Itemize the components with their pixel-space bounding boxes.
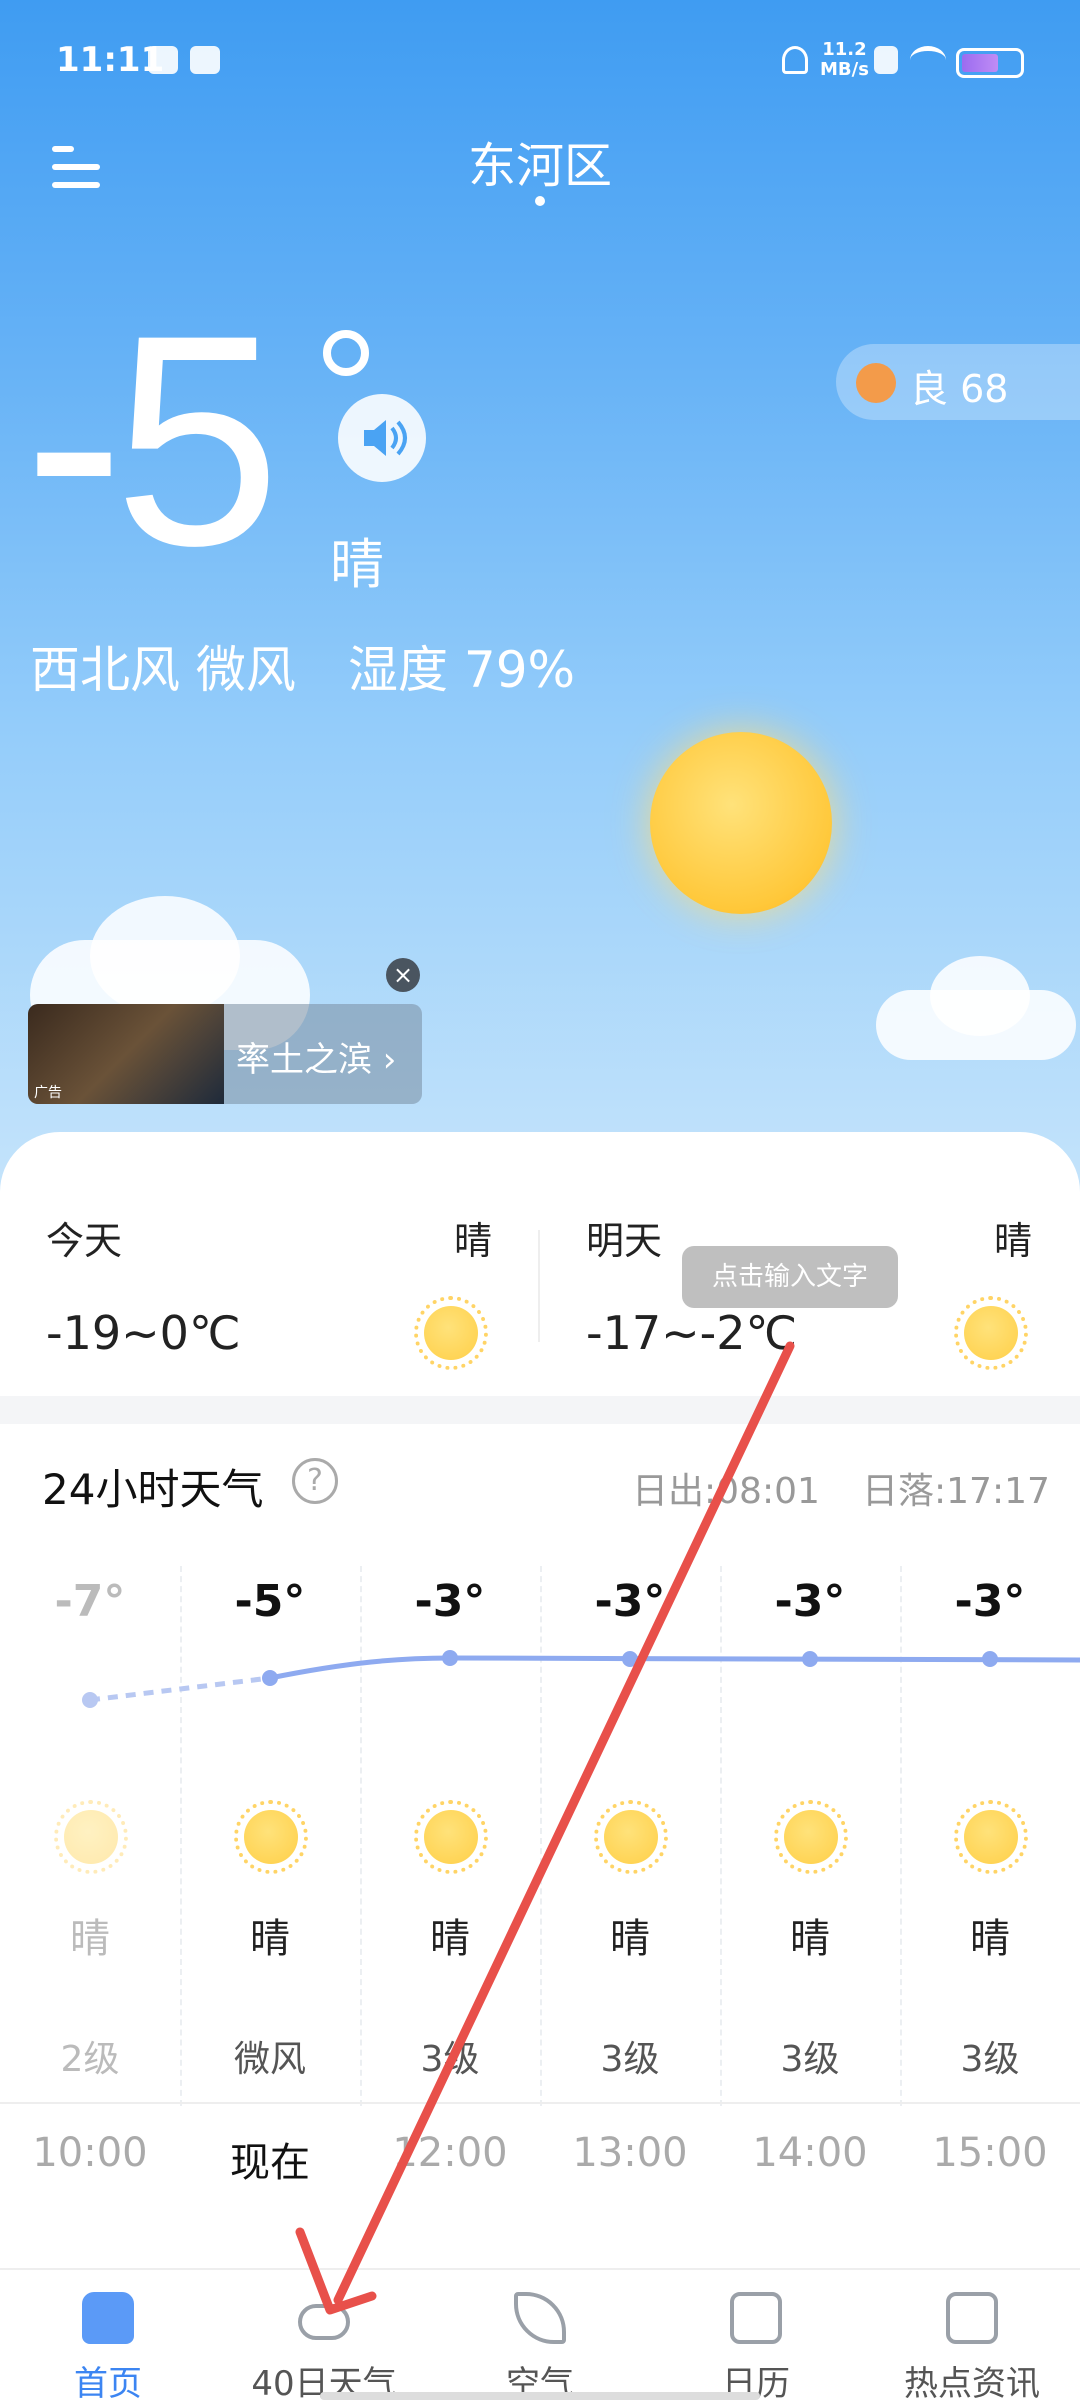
tomorrow-range: -17~-2℃ (586, 1306, 798, 1360)
sun-icon (954, 1800, 1028, 1874)
network-speed: 11.2 MB/s (820, 39, 869, 80)
hourly-condition: 晴 (610, 1916, 650, 1962)
weather-notification-icon (148, 46, 178, 74)
nav-calendar[interactable]: 日历 (648, 2270, 864, 2408)
calendar-icon (730, 2292, 782, 2344)
ad-close-button[interactable]: × (386, 958, 420, 992)
hourly-wind: 微风 (233, 2039, 306, 2080)
hourly-time: 14:00 (752, 2130, 868, 2176)
temp-point (982, 1651, 998, 1667)
nav-news[interactable]: 热点资讯 (864, 2270, 1080, 2408)
speaker-icon (364, 420, 407, 456)
calendar-notification-icon (190, 46, 220, 74)
degree-symbol (323, 330, 369, 376)
hourly-wind: 3级 (780, 2039, 840, 2080)
sun-icon (234, 1800, 308, 1874)
current-temperature: -5 (24, 272, 281, 608)
hourly-wind: 3级 (420, 2039, 480, 2080)
news-icon (946, 2292, 998, 2344)
sun-icon (414, 1800, 488, 1874)
temp-point (262, 1670, 278, 1686)
hourly-wind: 2级 (60, 2039, 120, 2080)
tomorrow-label: 明天 (586, 1219, 663, 1263)
city-title[interactable]: 东河区 (0, 126, 1080, 196)
hourly-time: 13:00 (572, 2130, 688, 2176)
hourly-condition: 晴 (430, 1916, 470, 1962)
humidity-info: 湿度 79% (348, 641, 576, 699)
help-icon[interactable]: ? (292, 1458, 338, 1504)
temperature-curve (82, 1650, 1080, 1708)
cloud-illustration (930, 956, 1030, 1036)
aqi-value: 良 68 (910, 367, 1009, 411)
sun-icon (414, 1296, 488, 1370)
sun-illustration (650, 732, 832, 914)
temp-point (442, 1650, 458, 1666)
voice-broadcast-button[interactable] (338, 394, 426, 482)
sun-icon (594, 1800, 668, 1874)
wifi-icon (910, 46, 946, 74)
sunset-time: 日落:17:17 (862, 1471, 1050, 1512)
temp-point (802, 1651, 818, 1667)
mute-icon (782, 46, 808, 74)
divider (538, 1230, 540, 1342)
sun-icon (54, 1800, 128, 1874)
current-condition: 晴 (330, 533, 384, 596)
divider (0, 2102, 1080, 2104)
home-icon (82, 2292, 134, 2344)
hourly-condition: 晴 (70, 1916, 110, 1962)
wind-info: 西北风 微风 (30, 641, 296, 699)
nav-label: 热点资讯 (904, 2364, 1040, 2404)
sun-icon (774, 1800, 848, 1874)
hourly-wind: 3级 (960, 2039, 1020, 2080)
section-gap (0, 1396, 1080, 1424)
today-label: 今天 (46, 1219, 123, 1263)
cloud-illustration (90, 896, 240, 1016)
hourly-time: 12:00 (392, 2130, 508, 2176)
aqi-badge[interactable]: 良 68 (836, 344, 1080, 420)
status-bar: 11:11 11.2 MB/s (0, 0, 1080, 120)
hourly-condition: 晴 (970, 1916, 1010, 1962)
tomorrow-condition: 晴 (994, 1219, 1033, 1263)
ad-tag: 广告 (34, 1085, 62, 1101)
hourly-time: 现在 (230, 2140, 310, 2186)
hourly-title: 24小时天气 (42, 1465, 264, 1514)
app-notification-icon (874, 46, 898, 74)
hourly-time: 10:00 (32, 2130, 148, 2176)
today-range: -19~0℃ (46, 1306, 241, 1360)
nav-home[interactable]: 首页 (0, 2270, 216, 2408)
sunrise-time: 日出:08:01 (632, 1471, 820, 1512)
leaf-icon (514, 2292, 566, 2344)
hourly-wind: 3级 (600, 2039, 660, 2080)
nav-label: 首页 (74, 2364, 142, 2404)
nav-40day[interactable]: 40日天气 (216, 2270, 432, 2408)
battery-icon (956, 48, 1024, 78)
ad-banner[interactable]: 广告 率土之滨 › (28, 1004, 422, 1104)
nav-air[interactable]: 空气 (432, 2270, 648, 2408)
temp-point (622, 1651, 638, 1667)
leaf-icon (856, 363, 896, 403)
hourly-condition: 晴 (790, 1916, 830, 1962)
page-indicator (535, 196, 545, 206)
hourly-time: 15:00 (932, 2130, 1048, 2176)
today-condition: 晴 (454, 1219, 493, 1263)
ad-title: 率土之滨 › (236, 1040, 397, 1080)
cloud-icon (298, 2304, 350, 2340)
text-input-tooltip[interactable]: 点击输入文字 (682, 1246, 898, 1308)
bottom-nav: 首页 40日天气 空气 日历 热点资讯 (0, 2268, 1080, 2408)
hourly-condition: 晴 (250, 1916, 290, 1962)
sun-icon (954, 1296, 1028, 1370)
gesture-bar (320, 2392, 760, 2400)
temp-point (82, 1692, 98, 1708)
